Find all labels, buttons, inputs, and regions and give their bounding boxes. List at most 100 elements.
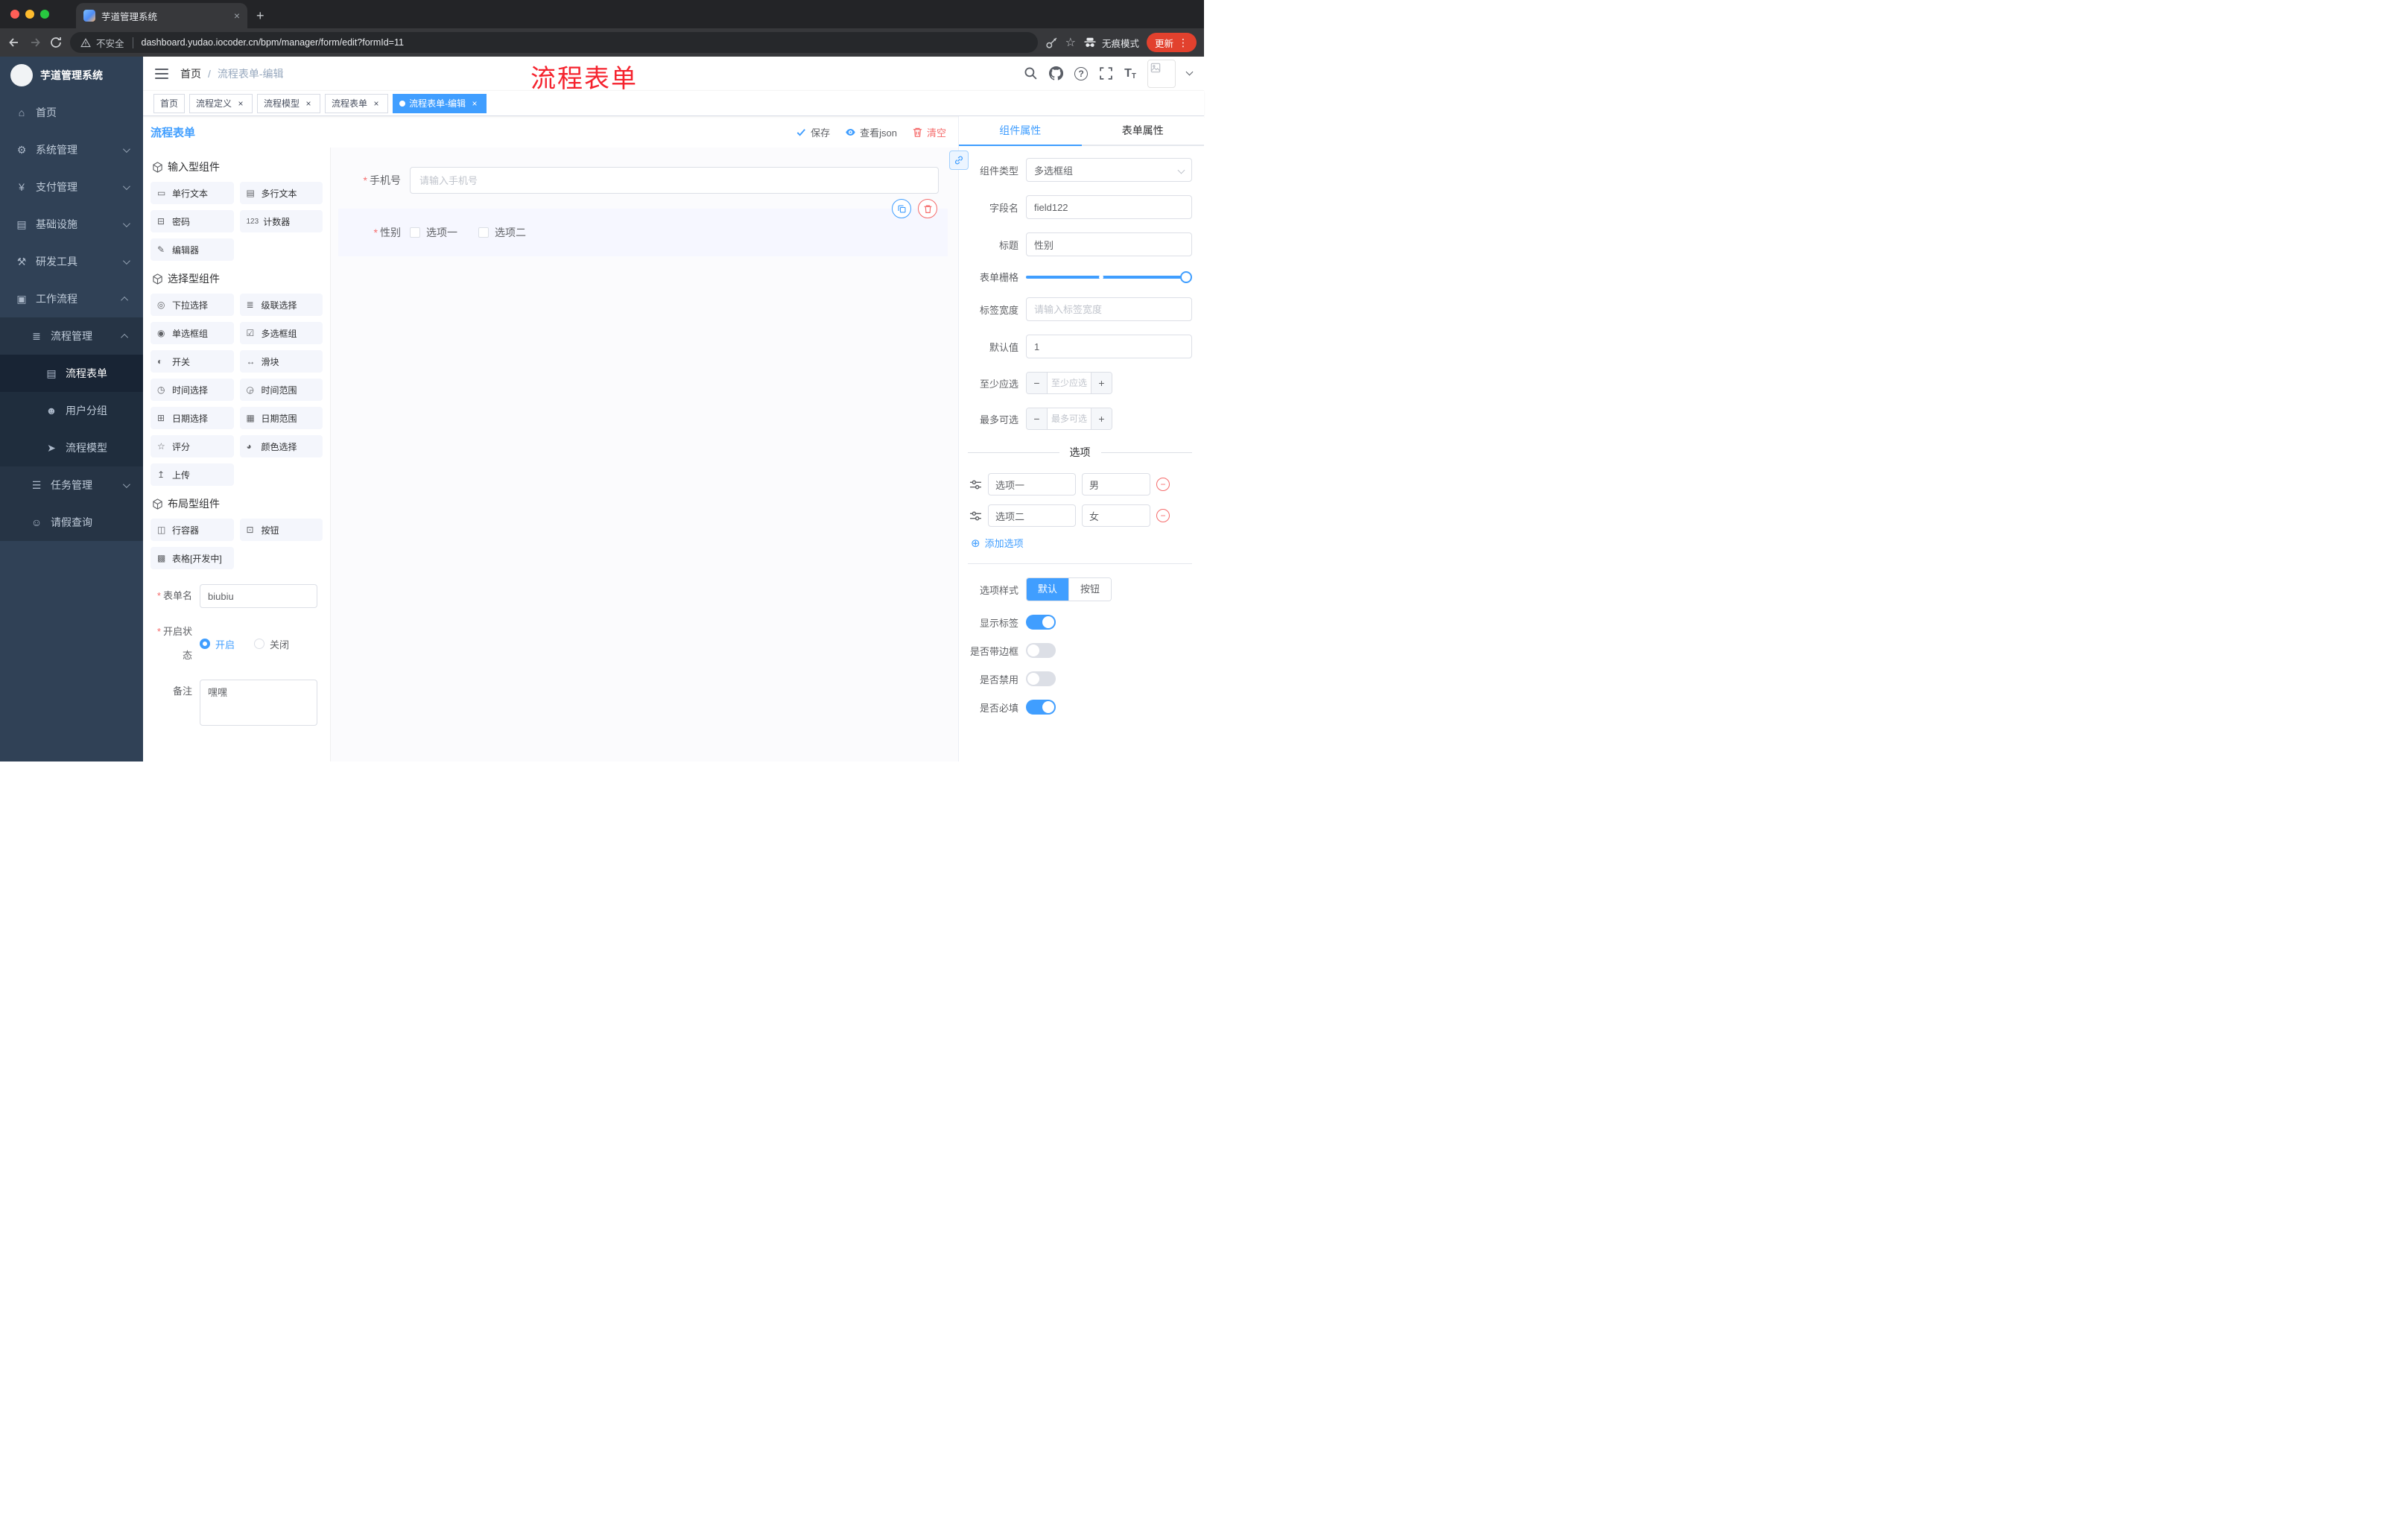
back-icon[interactable] bbox=[7, 36, 21, 49]
search-icon[interactable] bbox=[1024, 66, 1038, 80]
show-label-switch[interactable] bbox=[1026, 615, 1056, 630]
palette-item[interactable]: ◉ 单选框组 bbox=[150, 322, 234, 344]
hamburger-menu-icon[interactable] bbox=[155, 68, 168, 79]
remove-option-button[interactable] bbox=[1156, 478, 1170, 491]
window-zoom-button[interactable] bbox=[40, 10, 49, 19]
tab-process-definition[interactable]: 流程定义 bbox=[189, 93, 253, 113]
sidebar-item-process-management[interactable]: ≣ 流程管理 bbox=[0, 317, 143, 355]
help-icon[interactable] bbox=[1074, 66, 1089, 80]
sidebar-item-leave-query[interactable]: ☺ 请假查询 bbox=[0, 504, 143, 541]
form-canvas[interactable]: 手机号 性别 bbox=[331, 148, 958, 762]
add-option-button[interactable]: ⊕ 添加选项 bbox=[971, 536, 1192, 550]
browser-menu-icon[interactable] bbox=[1178, 37, 1188, 49]
palette-item[interactable]: ▩ 表格[开发中] bbox=[150, 547, 234, 569]
github-icon[interactable] bbox=[1049, 66, 1064, 80]
max-select-input[interactable] bbox=[1048, 408, 1091, 429]
sidebar-item-home[interactable]: ⌂ 首页 bbox=[0, 94, 143, 131]
tab-close-icon[interactable] bbox=[234, 10, 240, 22]
sidebar-item-process-model[interactable]: ➤ 流程模型 bbox=[0, 429, 143, 466]
palette-item[interactable]: ◫ 行容器 bbox=[150, 519, 234, 541]
palette-item[interactable]: ⊞ 日期选择 bbox=[150, 407, 234, 429]
fullscreen-icon[interactable] bbox=[1099, 66, 1113, 80]
tab-process-model[interactable]: 流程模型 bbox=[257, 93, 321, 113]
view-json-button[interactable]: 查看json bbox=[845, 125, 897, 139]
save-button[interactable]: 保存 bbox=[796, 125, 830, 139]
phone-field-input[interactable] bbox=[410, 167, 939, 194]
palette-item[interactable]: ✎ 编辑器 bbox=[150, 238, 234, 261]
user-avatar[interactable] bbox=[1147, 59, 1176, 88]
tab-form-props[interactable]: 表单属性 bbox=[1082, 116, 1205, 145]
form-grid-slider[interactable] bbox=[1026, 270, 1192, 283]
palette-item[interactable]: 123 计数器 bbox=[239, 210, 323, 232]
sidebar-item-system-management[interactable]: ⚙ 系统管理 bbox=[0, 131, 143, 168]
gender-option-1[interactable]: 选项一 bbox=[410, 225, 457, 240]
tab-process-form-edit[interactable]: 流程表单-编辑 bbox=[393, 93, 487, 113]
component-type-select[interactable]: 多选框组 bbox=[1026, 158, 1192, 182]
option-label-input[interactable] bbox=[988, 504, 1076, 527]
gender-option-2[interactable]: 选项二 bbox=[478, 225, 526, 240]
close-icon[interactable] bbox=[303, 98, 314, 109]
tab-process-form[interactable]: 流程表单 bbox=[325, 93, 389, 113]
palette-item[interactable]: ◶ 时间范围 bbox=[239, 379, 323, 401]
status-on-radio[interactable]: 开启 bbox=[200, 637, 235, 651]
status-off-radio[interactable]: 关闭 bbox=[254, 637, 289, 651]
font-size-icon[interactable] bbox=[1124, 67, 1136, 80]
window-minimize-button[interactable] bbox=[25, 10, 34, 19]
checkbox-icon[interactable] bbox=[410, 227, 420, 238]
option-label-input[interactable] bbox=[988, 473, 1076, 495]
palette-item[interactable]: ↔ 滑块 bbox=[239, 350, 323, 373]
tab-home[interactable]: 首页 bbox=[153, 93, 186, 113]
increase-button[interactable] bbox=[1091, 373, 1112, 393]
browser-tab[interactable]: 芋道管理系统 bbox=[76, 3, 247, 28]
sidebar-item-infrastructure[interactable]: ▤ 基础设施 bbox=[0, 206, 143, 243]
tab-component-props[interactable]: 组件属性 bbox=[959, 116, 1082, 146]
sidebar-item-dev-tools[interactable]: ⚒ 研发工具 bbox=[0, 243, 143, 280]
bookmark-star-icon[interactable] bbox=[1065, 35, 1076, 50]
palette-item[interactable]: ⊟ 密码 bbox=[150, 210, 234, 232]
link-button[interactable] bbox=[949, 151, 969, 170]
canvas-field-phone[interactable]: 手机号 bbox=[338, 159, 948, 201]
style-button-button[interactable]: 按钮 bbox=[1068, 578, 1112, 601]
drag-handle-icon[interactable] bbox=[969, 478, 982, 491]
forward-icon[interactable] bbox=[28, 36, 42, 49]
sidebar-item-payment-management[interactable]: ¥ 支付管理 bbox=[0, 168, 143, 206]
palette-item[interactable]: ⊡ 按钮 bbox=[239, 519, 323, 541]
label-width-input[interactable] bbox=[1026, 297, 1192, 321]
increase-button[interactable] bbox=[1091, 408, 1112, 429]
palette-item[interactable]: ◐ 开关 bbox=[150, 350, 234, 373]
disabled-switch[interactable] bbox=[1026, 671, 1056, 686]
remove-option-button[interactable] bbox=[1156, 509, 1170, 522]
style-default-button[interactable]: 默认 bbox=[1027, 578, 1069, 601]
avatar-caret-icon[interactable] bbox=[1185, 68, 1194, 76]
palette-item[interactable]: ↥ 上传 bbox=[150, 463, 234, 486]
browser-update-button[interactable]: 更新 bbox=[1146, 33, 1197, 52]
password-key-icon[interactable] bbox=[1045, 37, 1058, 49]
clear-button[interactable]: 清空 bbox=[912, 125, 946, 139]
slider-handle[interactable] bbox=[1180, 270, 1192, 283]
canvas-field-gender[interactable]: 性别 选项一 选项二 bbox=[338, 199, 948, 256]
title-input[interactable] bbox=[1026, 232, 1192, 256]
palette-item[interactable]: ◎ 下拉选择 bbox=[150, 294, 234, 316]
default-value-input[interactable] bbox=[1026, 335, 1192, 358]
copy-field-button[interactable] bbox=[892, 199, 911, 218]
delete-field-button[interactable] bbox=[918, 199, 937, 218]
border-switch[interactable] bbox=[1026, 643, 1056, 658]
close-icon[interactable] bbox=[371, 98, 381, 109]
palette-item[interactable]: ☆ 评分 bbox=[150, 435, 234, 457]
decrease-button[interactable] bbox=[1027, 373, 1048, 393]
page-url[interactable]: dashboard.yudao.iocoder.cn/bpm/manager/f… bbox=[142, 37, 404, 48]
palette-item[interactable]: ☑ 多选框组 bbox=[239, 322, 323, 344]
drag-handle-icon[interactable] bbox=[969, 510, 982, 522]
checkbox-icon[interactable] bbox=[478, 227, 489, 238]
sidebar-item-user-group[interactable]: ☻ 用户分组 bbox=[0, 392, 143, 429]
reload-icon[interactable] bbox=[49, 36, 63, 49]
palette-item[interactable]: ▤ 多行文本 bbox=[239, 182, 323, 204]
window-close-button[interactable] bbox=[10, 10, 19, 19]
decrease-button[interactable] bbox=[1027, 408, 1048, 429]
close-icon[interactable] bbox=[235, 98, 246, 109]
field-name-input[interactable] bbox=[1026, 195, 1192, 219]
sidebar-item-task-management[interactable]: ☰ 任务管理 bbox=[0, 466, 143, 504]
palette-item[interactable]: ◕ 颜色选择 bbox=[239, 435, 323, 457]
palette-item[interactable]: ▭ 单行文本 bbox=[150, 182, 234, 204]
min-select-input[interactable] bbox=[1048, 373, 1091, 393]
